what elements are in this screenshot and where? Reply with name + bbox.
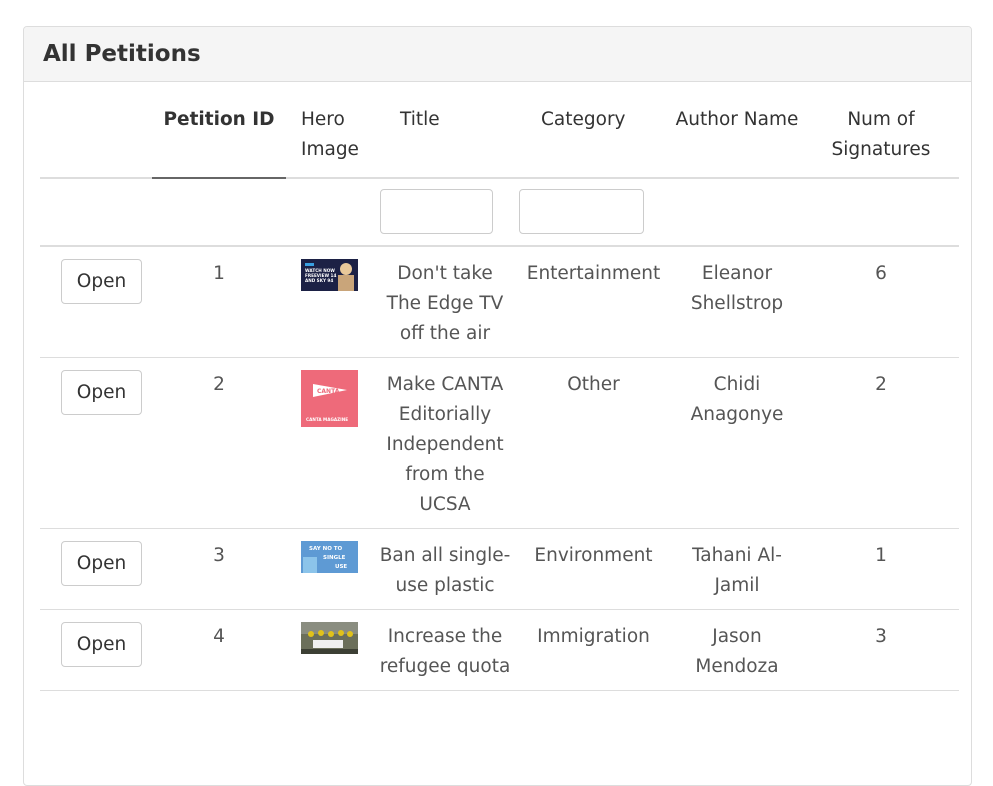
table-row: Open 2 CANTA CANTA MAGAZINE Make CANTA E… <box>40 357 959 529</box>
petition-id: 1 <box>152 246 286 358</box>
header-row: Petition ID Hero Image Title Category Au… <box>40 83 959 179</box>
svg-text:SAY NO TO: SAY NO TO <box>309 546 343 552</box>
open-button[interactable]: Open <box>61 622 142 667</box>
category-filter-input[interactable] <box>519 189 644 234</box>
petition-signatures: 3 <box>803 609 959 691</box>
petition-title: Don't take The Edge TV off the air <box>374 246 516 358</box>
petition-category: Entertainment <box>516 246 671 358</box>
title-filter-input[interactable] <box>380 189 493 234</box>
petition-id: 4 <box>152 609 286 691</box>
petition-author: Eleanor Shellstrop <box>671 246 803 358</box>
table-row: Open 4 Increase the refugee quota Immigr… <box>40 609 959 691</box>
petition-signatures: 2 <box>803 357 959 529</box>
petition-signatures: 1 <box>803 528 959 610</box>
petitions-table: Petition ID Hero Image Title Category Au… <box>40 83 959 691</box>
petition-title: Increase the refugee quota <box>374 609 516 691</box>
petition-id: 2 <box>152 357 286 529</box>
petition-title: Ban all single-use plastic <box>374 528 516 610</box>
hero-image-thumbnail[interactable]: WATCH NOW FREEVIEW 14 AND SKY 94 <box>301 259 358 291</box>
svg-text:CANTA MAGAZINE: CANTA MAGAZINE <box>306 417 348 422</box>
petition-title: Make CANTA Editorially Independent from … <box>374 357 516 529</box>
hero-image-thumbnail[interactable]: SAY NO TO SINGLE USE <box>301 541 358 573</box>
petition-author: Tahani Al-Jamil <box>671 528 803 610</box>
open-button[interactable]: Open <box>61 541 142 586</box>
col-header-title[interactable]: Title <box>374 83 516 179</box>
col-header-category[interactable]: Category <box>516 83 671 179</box>
panel-title: All Petitions <box>43 41 201 67</box>
svg-text:SINGLE: SINGLE <box>323 555 346 561</box>
petition-author: Chidi Anagonye <box>671 357 803 529</box>
table-row: Open 3 SAY NO TO SINGLE USE Ban all sing… <box>40 528 959 610</box>
table-row: Open 1 WATCH NOW FREEVIEW 14 AND SKY 94 <box>40 246 959 358</box>
petition-author: Jason Mendoza <box>671 609 803 691</box>
hero-image-thumbnail[interactable]: CANTA CANTA MAGAZINE <box>301 370 358 427</box>
panel-heading: All Petitions <box>24 27 971 82</box>
filter-row <box>40 178 959 247</box>
open-button[interactable]: Open <box>61 259 142 304</box>
open-button[interactable]: Open <box>61 370 142 415</box>
petitions-panel: All Petitions Petition ID Hero Image Tit… <box>23 26 972 786</box>
hero-image-thumbnail[interactable] <box>301 622 358 654</box>
col-header-petition-id[interactable]: Petition ID <box>152 83 286 179</box>
svg-text:USE: USE <box>335 564 347 570</box>
petition-category: Other <box>516 357 671 529</box>
petition-category: Environment <box>516 528 671 610</box>
svg-text:AND SKY 94: AND SKY 94 <box>305 278 333 283</box>
col-header-author-name[interactable]: Author Name <box>671 83 803 179</box>
petition-category: Immigration <box>516 609 671 691</box>
col-header-num-signatures[interactable]: Num of Signatures <box>803 83 959 179</box>
petition-id: 3 <box>152 528 286 610</box>
col-header-hero-image[interactable]: Hero Image <box>286 83 374 179</box>
svg-text:CANTA: CANTA <box>317 388 340 395</box>
col-header-actions <box>40 83 152 179</box>
petition-signatures: 6 <box>803 246 959 358</box>
